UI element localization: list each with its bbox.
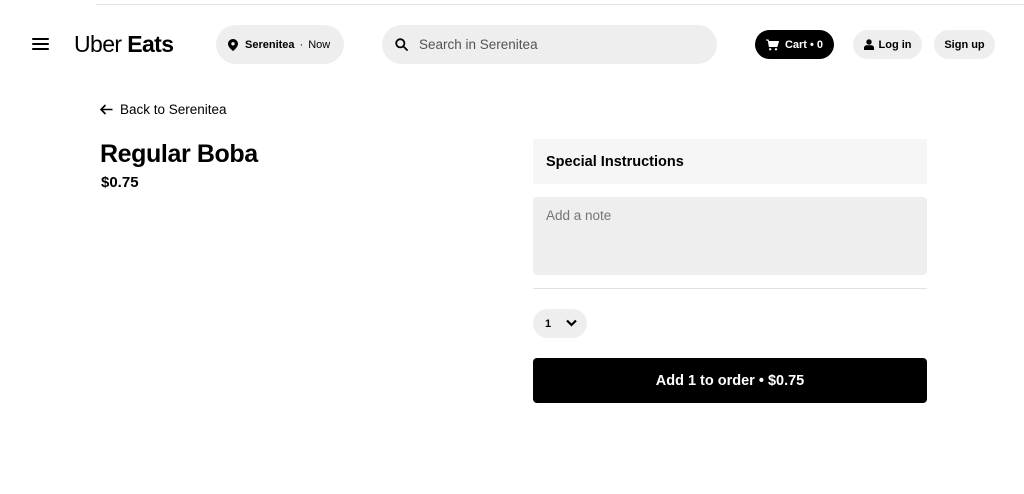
item-title: Regular Boba <box>100 140 258 168</box>
location-pin-icon <box>228 38 238 51</box>
quantity-value: 1 <box>545 317 552 330</box>
special-instructions-label: Special Instructions <box>546 153 684 170</box>
search-input[interactable] <box>419 37 689 52</box>
login-label: Log in <box>878 38 912 51</box>
location-separator: · <box>299 38 304 51</box>
user-icon <box>863 39 874 50</box>
hamburger-menu-icon[interactable] <box>32 37 49 51</box>
back-to-store-link[interactable]: Back to Serenitea <box>100 102 227 117</box>
location-button[interactable]: Serenitea · Now <box>216 25 344 64</box>
back-link-label: Back to Serenitea <box>120 102 227 117</box>
cart-label: Cart • 0 <box>784 38 824 51</box>
add-to-order-label: Add 1 to order • $0.75 <box>655 372 805 389</box>
signup-label: Sign up <box>944 38 985 51</box>
cart-button[interactable]: Cart • 0 <box>755 30 834 59</box>
top-divider <box>96 4 1024 5</box>
divider <box>533 288 927 289</box>
signup-button[interactable]: Sign up <box>934 30 995 59</box>
login-button[interactable]: Log in <box>853 30 922 59</box>
chevron-down-icon <box>566 319 577 327</box>
note-input[interactable] <box>533 197 927 275</box>
cart-icon <box>765 39 779 50</box>
logo-uber: Uber <box>74 31 122 57</box>
uber-eats-logo[interactable]: Uber Eats <box>74 30 174 58</box>
quantity-select[interactable]: 1 <box>533 309 587 338</box>
search-icon <box>395 38 408 51</box>
search-bar[interactable] <box>382 25 717 64</box>
location-name: Serenitea <box>245 38 295 51</box>
item-price: $0.75 <box>101 174 139 191</box>
arrow-left-icon <box>100 104 113 115</box>
delivery-time: Now <box>308 38 331 51</box>
logo-eats: Eats <box>127 31 174 57</box>
add-to-order-button[interactable]: Add 1 to order • $0.75 <box>533 358 927 403</box>
special-instructions-header: Special Instructions <box>533 139 927 184</box>
